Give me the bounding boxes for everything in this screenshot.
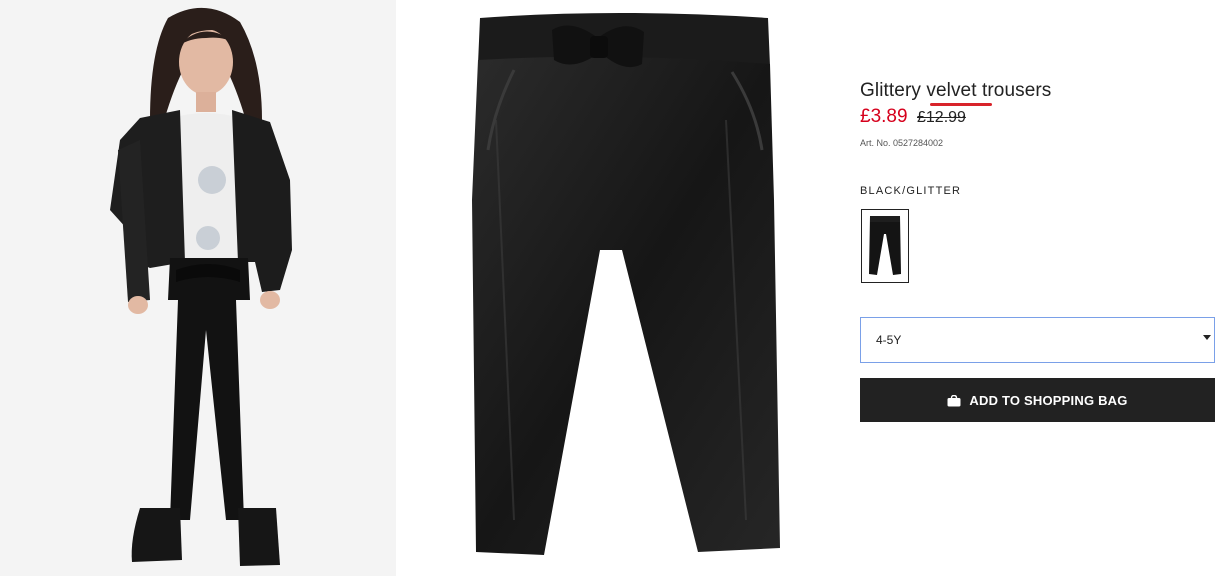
size-select[interactable]: 4-5Y: [860, 317, 1215, 363]
price-row: £3.89 £12.99: [860, 106, 966, 128]
sale-price: £3.89: [860, 106, 908, 127]
product-page: Glittery velvet trousers £3.89 £12.99 Ar…: [0, 0, 1215, 576]
title-text-start: Glittery: [860, 80, 927, 101]
article-number: Art. No. 0527284002: [860, 138, 944, 148]
product-photo[interactable]: [396, 0, 836, 576]
product-title: Glittery velvet trousers: [860, 80, 1051, 102]
shopping-bag-icon: [947, 395, 961, 407]
size-select-value: 4-5Y: [876, 333, 902, 347]
original-price: £12.99: [917, 109, 966, 126]
model-illustration: [0, 0, 396, 576]
add-to-bag-button[interactable]: ADD TO SHOPPING BAG: [860, 378, 1215, 422]
model-photo[interactable]: [0, 0, 396, 576]
chevron-down-icon: [1203, 335, 1211, 340]
swatch-thumbnail: [864, 212, 906, 280]
title-text-misspelled: velvet: [926, 80, 977, 101]
add-to-bag-label: ADD TO SHOPPING BAG: [969, 392, 1128, 408]
color-swatch-black-glitter[interactable]: [861, 209, 909, 283]
color-label: BLACK/GLITTER: [860, 185, 962, 197]
product-details: Glittery velvet trousers £3.89 £12.99 Ar…: [860, 0, 1215, 576]
trousers-illustration: [472, 13, 780, 556]
title-text-end: trousers: [976, 80, 1052, 101]
